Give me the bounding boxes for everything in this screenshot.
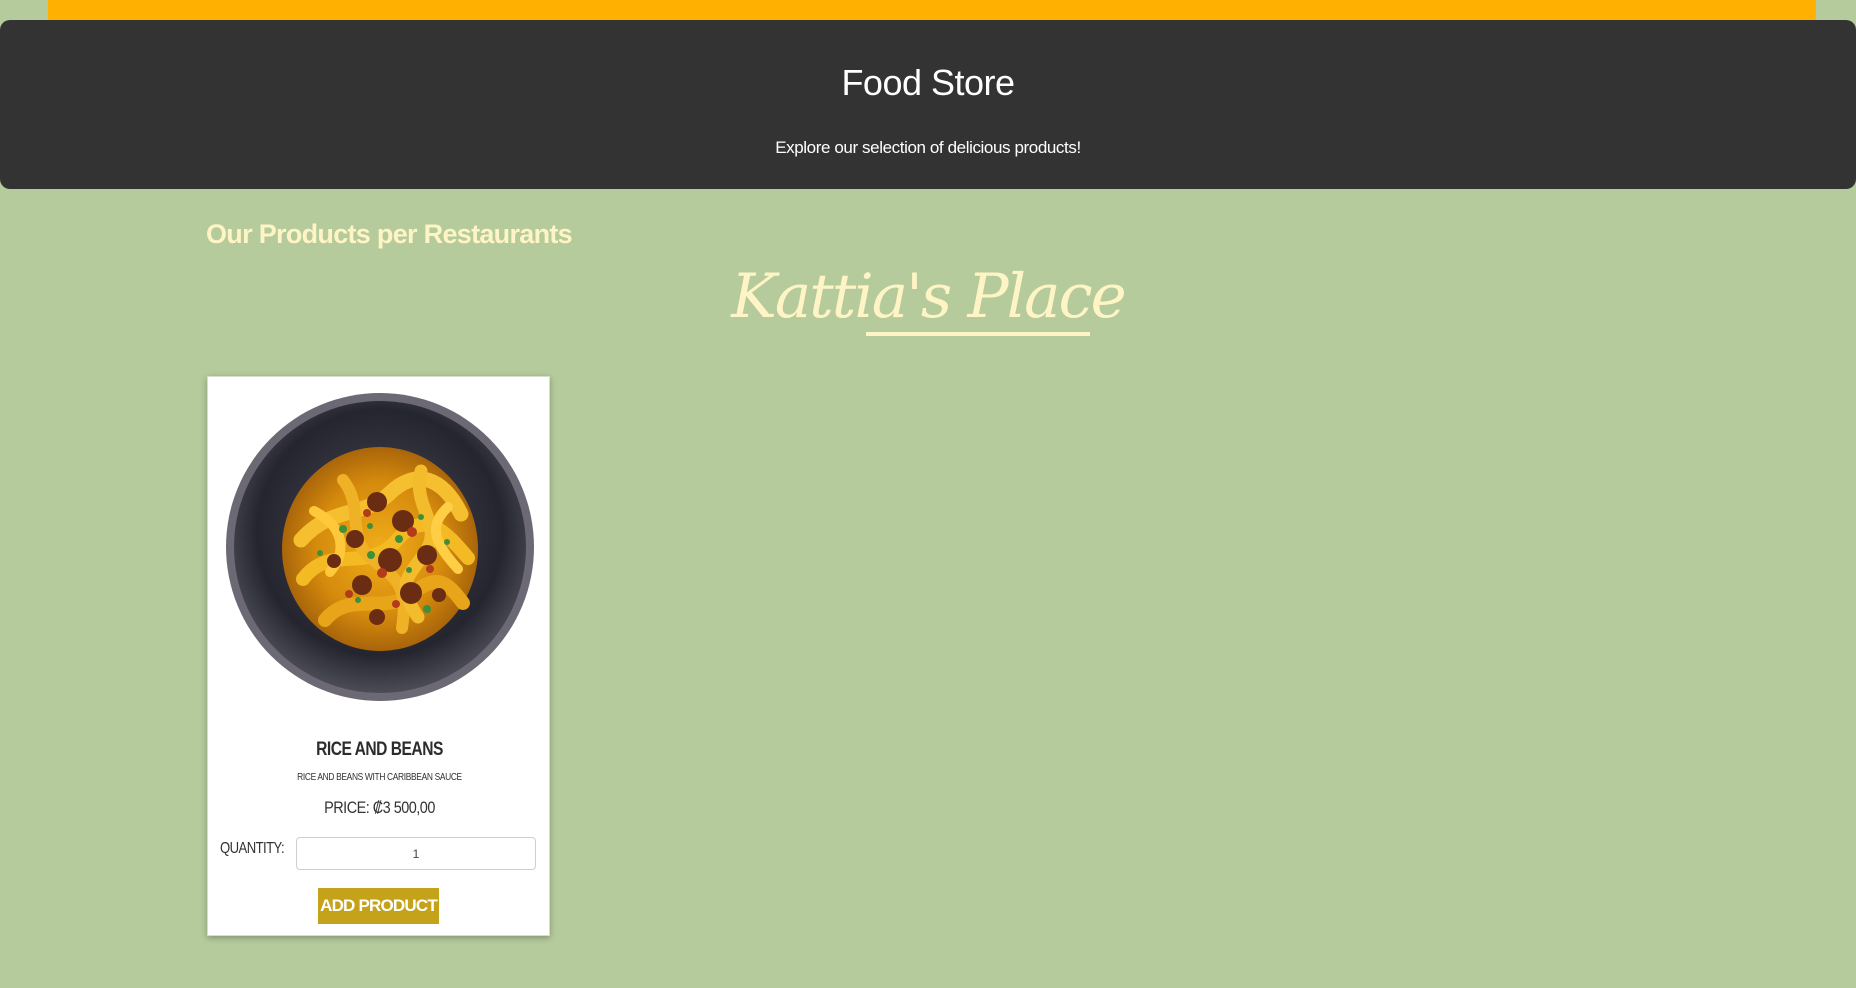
pasta-bowl-icon	[226, 393, 534, 701]
site-header: Food Store Explore our selection of deli…	[0, 20, 1856, 189]
quantity-label: QUANTITY:	[220, 840, 285, 857]
product-price: PRICE: ₡3 500,00	[324, 798, 435, 817]
product-name: RICE AND BEANS	[316, 738, 443, 760]
site-subtitle: Explore our selection of delicious produ…	[775, 138, 1081, 157]
restaurant-name: Kattia's Place	[731, 261, 1127, 332]
restaurant-name-underline	[866, 332, 1090, 336]
add-product-button[interactable]: ADD PRODUCT	[318, 888, 439, 924]
products-section-title: Our Products per Restaurants	[206, 219, 573, 249]
quantity-input[interactable]	[296, 837, 536, 870]
top-accent-strip	[48, 0, 1816, 20]
site-title: Food Store	[841, 62, 1015, 103]
product-description: RICE AND BEANS WITH CARIBBEAN SAUCE	[297, 772, 462, 783]
product-card: RICE AND BEANS RICE AND BEANS WITH CARIB…	[207, 376, 550, 936]
